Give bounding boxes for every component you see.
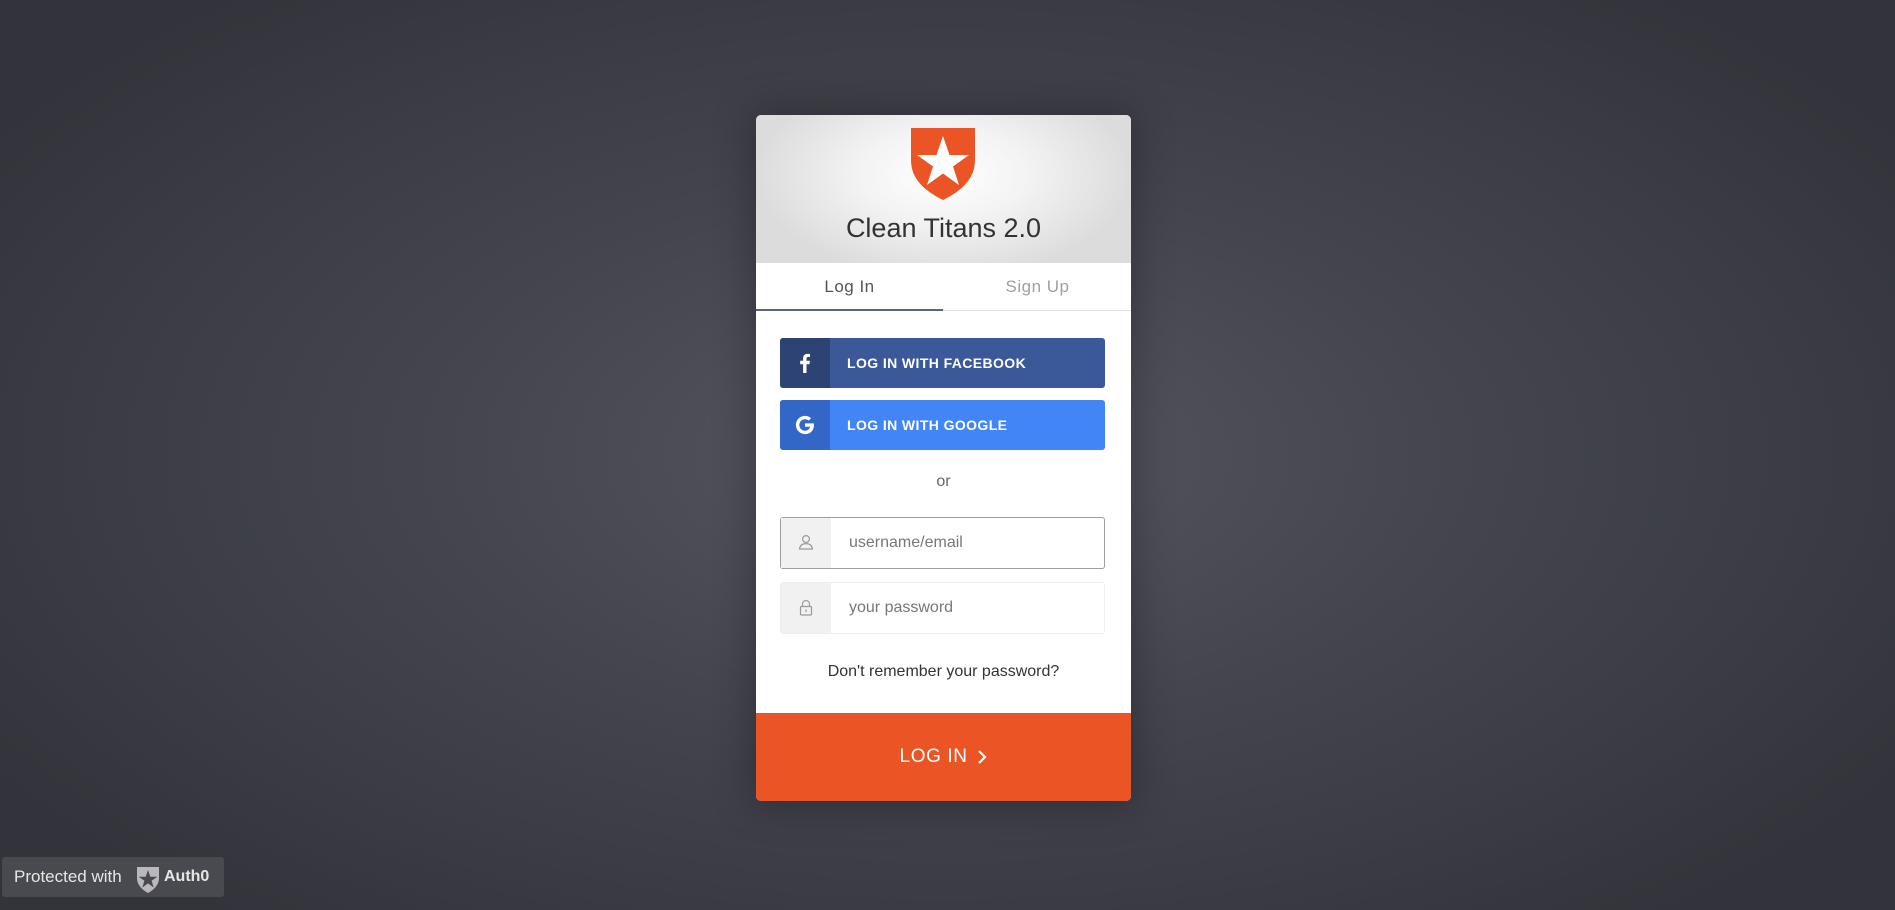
login-widget: Clean Titans 2.0 Log In Sign Up LOG IN W… <box>756 115 1131 801</box>
facebook-login-label: LOG IN WITH FACEBOOK <box>847 355 1027 371</box>
username-input[interactable] <box>831 518 1101 568</box>
auth0-badge-icon <box>137 867 159 893</box>
protected-by-auth0-badge[interactable]: Protected with Auth0 <box>2 857 224 897</box>
log-in-submit-button[interactable]: LOG IN <box>756 713 1131 801</box>
user-icon <box>781 518 831 568</box>
protected-with-label: Protected with <box>14 867 122 886</box>
auth-tabs: Log In Sign Up <box>756 263 1131 311</box>
password-field <box>780 582 1105 634</box>
tab-sign-up[interactable]: Sign Up <box>944 263 1131 310</box>
username-field <box>780 517 1105 569</box>
widget-header: Clean Titans 2.0 <box>756 115 1131 263</box>
google-login-label: LOG IN WITH GOOGLE <box>847 417 1008 433</box>
app-title: Clean Titans 2.0 <box>845 213 1042 243</box>
password-input[interactable] <box>831 583 1101 633</box>
facebook-icon <box>780 338 830 388</box>
google-icon <box>780 400 830 450</box>
auth0-shield-star-icon <box>911 128 975 200</box>
tab-log-in[interactable]: Log In <box>756 263 943 311</box>
lock-icon <box>781 583 831 633</box>
facebook-login-button[interactable]: LOG IN WITH FACEBOOK <box>780 338 1105 388</box>
chevron-right-icon <box>978 750 988 764</box>
forgot-password-link[interactable]: Don't remember your password? <box>756 663 1131 681</box>
auth0-brand-name: Auth0 <box>164 868 210 885</box>
google-login-button[interactable]: LOG IN WITH GOOGLE <box>780 400 1105 450</box>
or-separator: or <box>936 473 951 490</box>
submit-label: LOG IN <box>899 746 968 767</box>
